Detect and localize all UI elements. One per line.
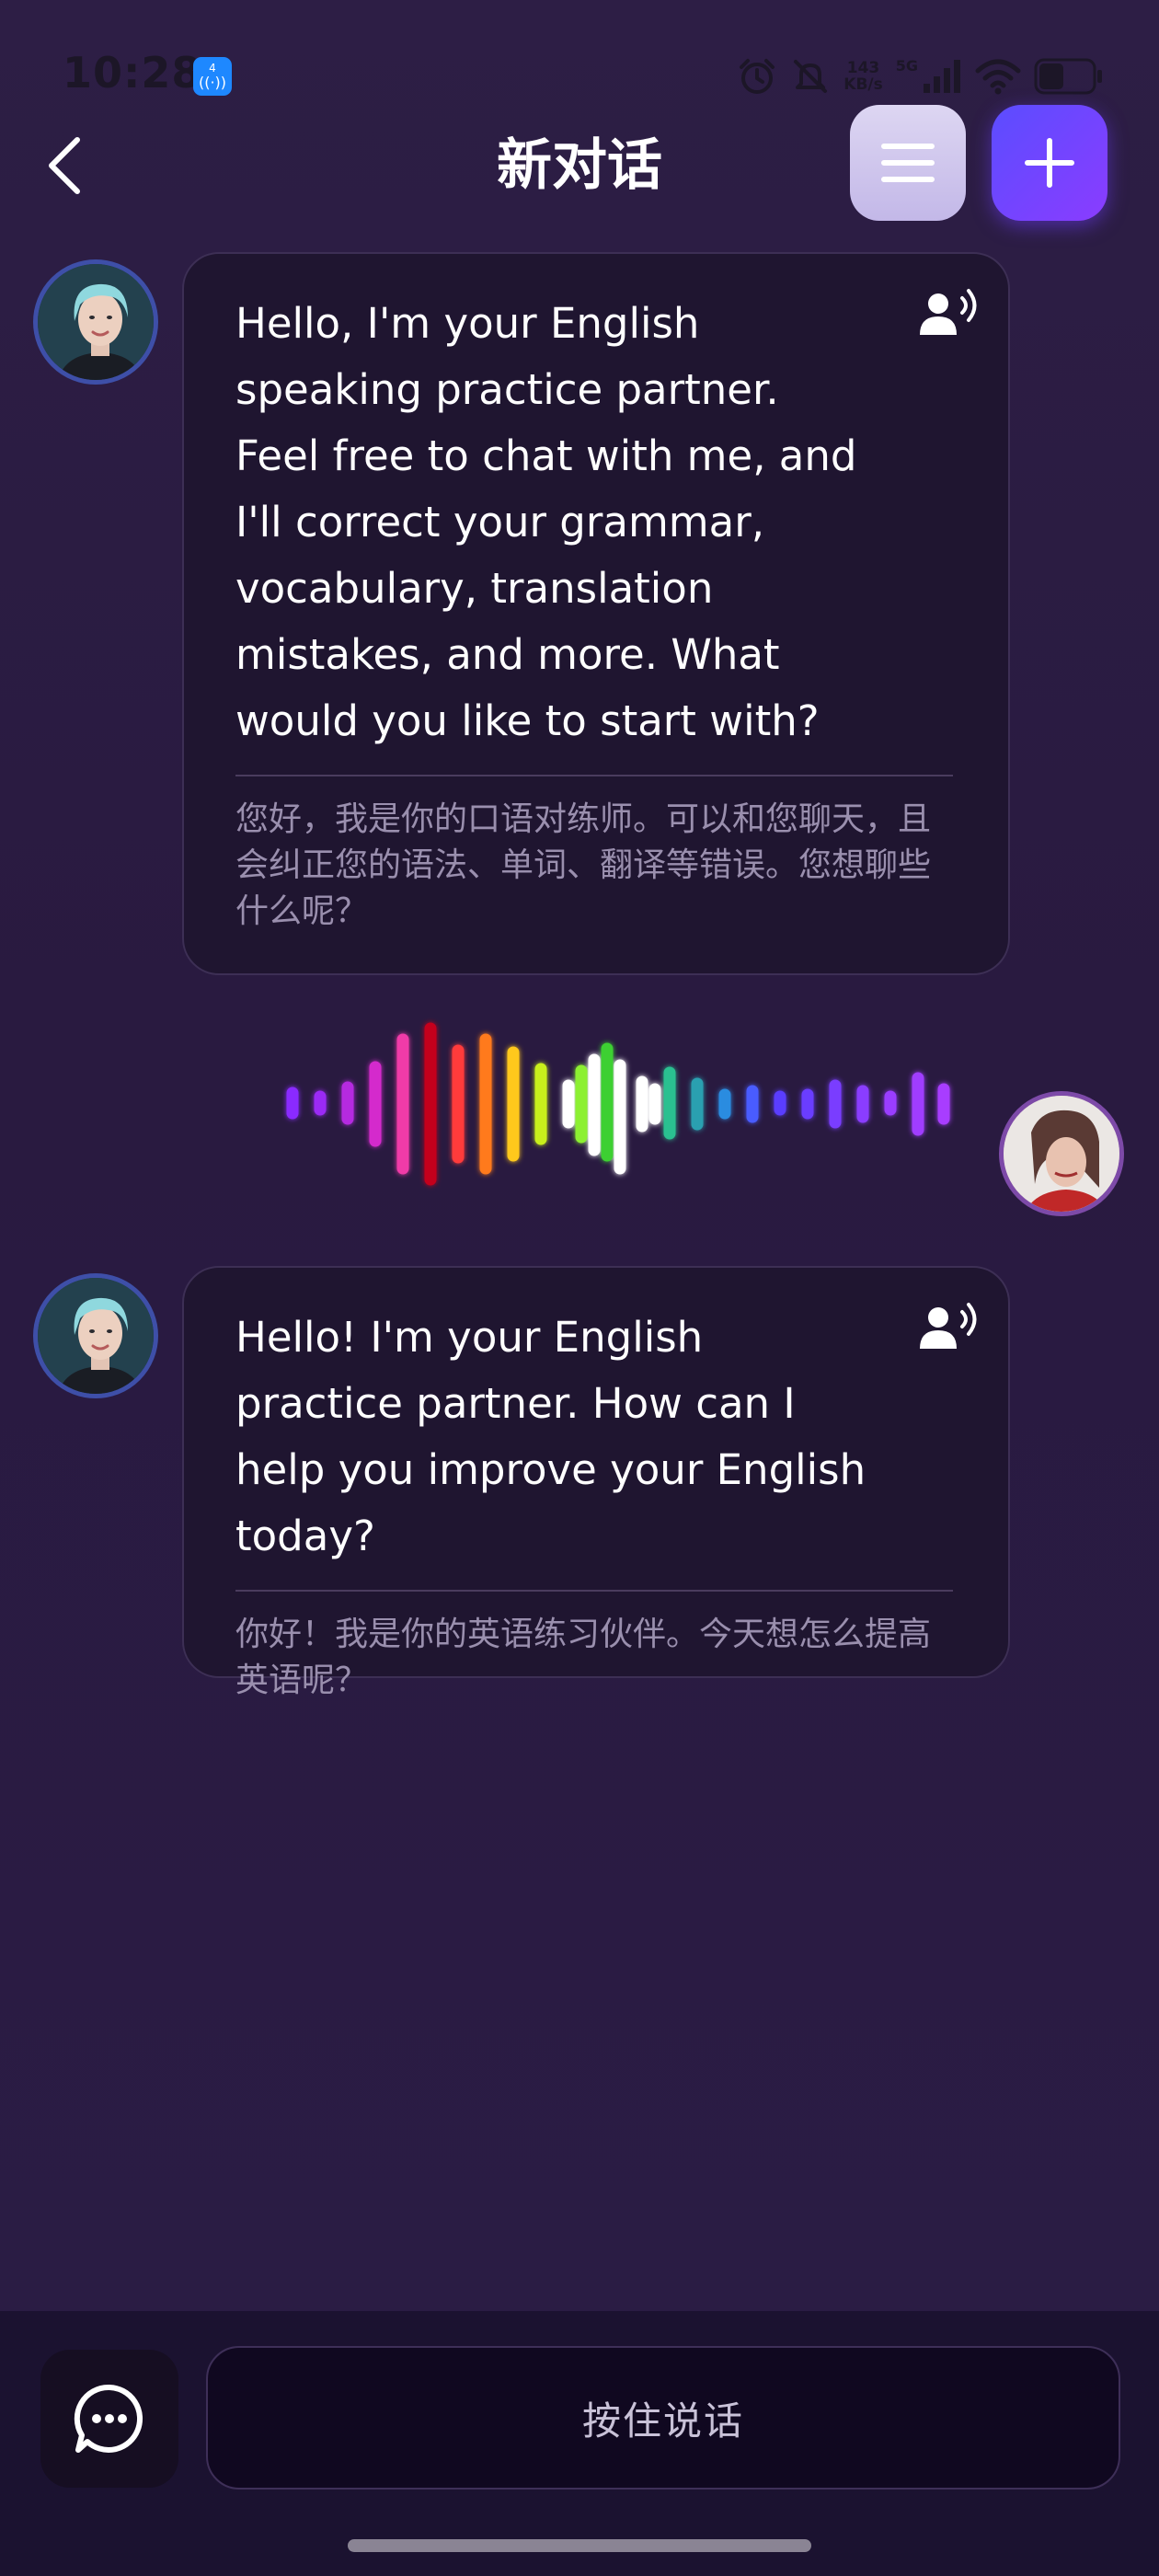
status-time: 10:28: [63, 48, 202, 98]
hotspot-icon: 4 ((·)): [193, 57, 232, 96]
assistant-avatar-image: [38, 264, 154, 380]
text-chat-mode-button[interactable]: [40, 2350, 178, 2488]
signal-icon: [924, 60, 960, 93]
input-bar: 按住说话: [0, 2311, 1159, 2576]
status-icons: 143 KB/s 5G: [737, 53, 1104, 99]
assistant-message-bubble: Hello! I'm your English practice partner…: [182, 1266, 1010, 1699]
voice-play-icon[interactable]: [916, 1301, 981, 1356]
assistant-avatar[interactable]: [33, 1273, 158, 1398]
hold-to-talk-button[interactable]: 按住说话: [206, 2346, 1120, 2490]
header: 新对话: [0, 101, 1159, 230]
message-divider: [235, 1590, 953, 1592]
message-chinese-translation: 你好！我是你的英语练习伙伴。今天想怎么提高英语呢？: [235, 1616, 932, 1699]
assistant-avatar[interactable]: [33, 259, 158, 385]
network-speed: 143 KB/s: [843, 60, 882, 93]
message-chinese-translation: 您好，我是你的口语对练师。可以和您聊天，且会纠正您的语法、单词、翻译等错误。您想…: [235, 800, 932, 930]
message-english-text: Hello! I'm your English practice partner…: [235, 1313, 866, 1560]
message-english-text: Hello, I'm your English speaking practic…: [235, 299, 857, 745]
chat-bubble-icon: [74, 2384, 143, 2453]
user-avatar-image: [1004, 1096, 1119, 1212]
new-chat-button[interactable]: [992, 105, 1107, 221]
page-title: 新对话: [497, 133, 662, 198]
mute-icon: [794, 60, 828, 93]
plus-icon: [1025, 138, 1074, 188]
signal-type-label: 5G: [895, 56, 918, 75]
network-speed-unit: KB/s: [843, 75, 883, 94]
network-speed-value: 143: [846, 59, 880, 77]
voice-message-waveform[interactable]: [276, 1012, 957, 1196]
wifi-icon: [975, 59, 1021, 95]
menu-icon: [881, 144, 935, 182]
battery-icon: [1034, 58, 1102, 95]
hotspot-badge-count: 4: [209, 62, 216, 75]
assistant-message-bubble: Hello, I'm your English speaking practic…: [182, 252, 1010, 975]
message-divider: [235, 775, 953, 776]
home-indicator[interactable]: [348, 2539, 811, 2552]
assistant-avatar-image: [38, 1278, 154, 1394]
menu-button[interactable]: [850, 105, 966, 221]
user-avatar[interactable]: [999, 1091, 1124, 1216]
alarm-icon: [740, 59, 775, 94]
voice-play-icon[interactable]: [916, 287, 981, 342]
